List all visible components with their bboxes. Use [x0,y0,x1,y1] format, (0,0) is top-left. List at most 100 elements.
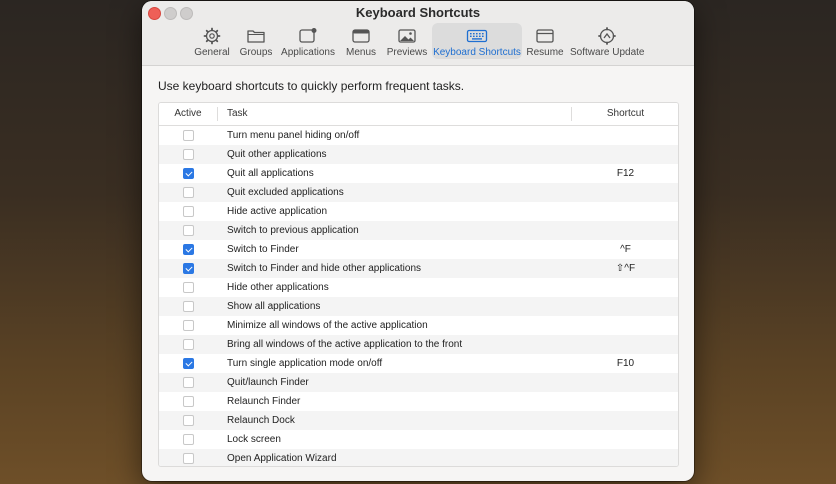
table-row[interactable]: Turn menu panel hiding on/off [159,126,678,145]
active-checkbox[interactable] [183,149,194,160]
active-checkbox[interactable] [183,358,194,369]
active-checkbox[interactable] [183,206,194,217]
table-row[interactable]: Show all applications [159,297,678,316]
task-label: Hide other applications [227,282,329,293]
shortcut-field[interactable] [573,449,678,466]
active-checkbox[interactable] [183,415,194,426]
shortcut-field[interactable] [573,126,678,145]
table-row[interactable]: Switch to previous application [159,221,678,240]
table-row[interactable]: Open Application Wizard [159,449,678,466]
tab-label: Applications [281,47,335,58]
tab-label: Previews [386,47,428,58]
shortcut-field[interactable] [573,392,678,411]
shortcut-field[interactable]: F12 [573,164,678,183]
active-checkbox[interactable] [183,282,194,293]
active-checkbox[interactable] [183,168,194,179]
active-checkbox[interactable] [183,301,194,312]
active-checkbox[interactable] [183,339,194,350]
shortcut-field[interactable] [573,411,678,430]
shortcut-field[interactable] [573,335,678,354]
shortcut-field[interactable] [573,183,678,202]
table-row[interactable]: Bring all windows of the active applicat… [159,335,678,354]
task-label: Quit excluded applications [227,187,344,198]
active-checkbox[interactable] [183,187,194,198]
task-label: Bring all windows of the active applicat… [227,339,463,350]
tab-label: General [194,47,230,58]
tab-applications[interactable]: Applications [278,23,338,59]
table-body: Turn menu panel hiding on/off Quit other … [159,126,678,466]
tab-previews[interactable]: Previews [384,23,430,59]
task-label: Quit all applications [227,168,314,179]
column-header-task[interactable]: Task [227,103,248,125]
shortcut-field[interactable] [573,297,678,316]
task-label: Switch to Finder [227,244,299,255]
intro-text: Use keyboard shortcuts to quickly perfor… [158,79,465,93]
active-checkbox[interactable] [183,130,194,141]
shortcut-field[interactable]: ⇧^F [573,259,678,278]
active-checkbox[interactable] [183,320,194,331]
active-checkbox[interactable] [183,434,194,445]
tab-label: Menus [345,47,376,58]
tab-groups[interactable]: Groups [236,23,276,59]
task-label: Switch to Finder and hide other applicat… [227,263,422,274]
table-row[interactable]: Lock screen [159,430,678,449]
shortcut-field[interactable] [573,278,678,297]
keyboard-icon [466,29,488,43]
shortcut-field[interactable] [573,373,678,392]
tab-label: Software Update [570,47,645,58]
tab-label: Resume [526,47,564,58]
tab-general[interactable]: General [190,23,234,59]
column-header-shortcut[interactable]: Shortcut [573,103,678,125]
title-bar: Keyboard Shortcuts General Groups Applic… [142,1,694,66]
table-row[interactable]: Quit all applications F12 [159,164,678,183]
image-icon [398,29,416,43]
table-header: Active Task Shortcut [159,103,678,126]
shortcut-field[interactable] [573,430,678,449]
shortcut-field[interactable] [573,202,678,221]
table-row[interactable]: Switch to Finder and hide other applicat… [159,259,678,278]
column-header-active[interactable]: Active [159,103,217,125]
task-label: Quit/launch Finder [227,377,309,388]
task-label: Relaunch Finder [227,396,301,407]
task-label: Relaunch Dock [227,415,295,426]
tab-resume[interactable]: Resume [525,23,565,59]
table-row[interactable]: Relaunch Finder [159,392,678,411]
task-label: Minimize all windows of the active appli… [227,320,428,331]
table-row[interactable]: Hide other applications [159,278,678,297]
active-checkbox[interactable] [183,396,194,407]
shortcut-field[interactable] [573,145,678,164]
task-label: Hide active application [227,206,328,217]
shortcut-field[interactable] [573,221,678,240]
active-checkbox[interactable] [183,453,194,464]
window-title: Keyboard Shortcuts [355,5,481,20]
table-row[interactable]: Hide active application [159,202,678,221]
task-label: Switch to previous application [227,225,359,236]
table-row[interactable]: Quit other applications [159,145,678,164]
shortcut-field[interactable]: ^F [573,240,678,259]
task-label: Turn menu panel hiding on/off [227,130,360,141]
column-divider [571,107,572,121]
task-label: Quit other applications [227,149,327,160]
task-label: Show all applications [227,301,321,312]
table-row[interactable]: Quit/launch Finder [159,373,678,392]
gear-icon [203,27,221,45]
active-checkbox[interactable] [183,244,194,255]
active-checkbox[interactable] [183,225,194,236]
table-row[interactable]: Switch to Finder ^F [159,240,678,259]
tab-menus[interactable]: Menus [341,23,381,59]
table-row[interactable]: Turn single application mode on/off F10 [159,354,678,373]
shortcut-field[interactable] [573,316,678,335]
preferences-window: Keyboard Shortcuts General Groups Applic… [142,1,694,481]
active-checkbox[interactable] [183,263,194,274]
shortcut-field[interactable]: F10 [573,354,678,373]
menu-bar-icon [352,29,370,43]
active-checkbox[interactable] [183,377,194,388]
table-row[interactable]: Quit excluded applications [159,183,678,202]
app-window-icon [299,28,317,43]
tab-keyboard-shortcuts[interactable]: Keyboard Shortcuts [432,23,522,59]
table-row[interactable]: Relaunch Dock [159,411,678,430]
tab-label: Keyboard Shortcuts [433,47,521,58]
table-row[interactable]: Minimize all windows of the active appli… [159,316,678,335]
tab-software-update[interactable]: Software Update [570,23,645,59]
tab-label: Groups [239,47,273,58]
